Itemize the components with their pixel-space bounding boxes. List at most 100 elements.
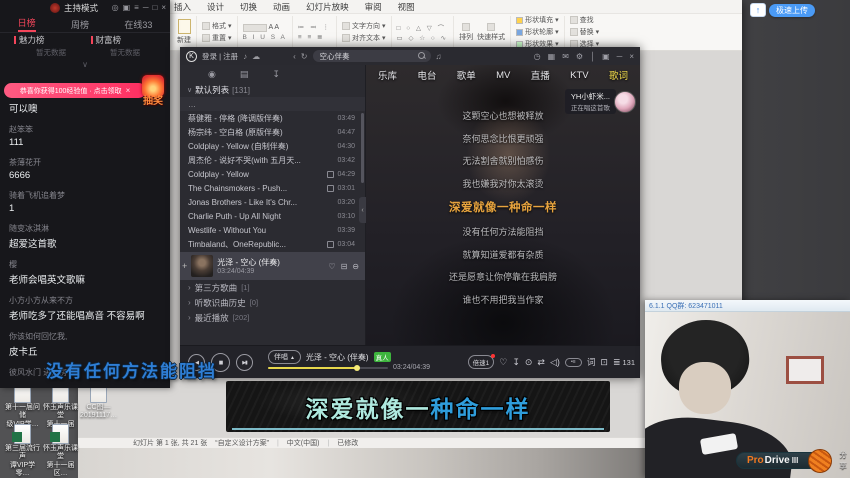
upload-icon[interactable]: ↑ bbox=[750, 3, 766, 17]
quick-upload-button[interactable]: 极速上传 bbox=[769, 4, 815, 17]
effect-toggle[interactable]: •≡ bbox=[565, 358, 582, 367]
wps-tab-review[interactable]: 审阅 bbox=[365, 1, 382, 13]
minimize-icon[interactable]: ─ bbox=[143, 3, 149, 12]
singer-avatar[interactable] bbox=[614, 91, 636, 113]
font-style-buttons[interactable]: B I U S A bbox=[243, 34, 287, 41]
accompaniment-toggle[interactable]: 伴唱 ▲ bbox=[268, 350, 301, 364]
progress-bar[interactable] bbox=[268, 367, 388, 369]
wps-tab-transition[interactable]: 切换 bbox=[240, 1, 257, 13]
back-icon[interactable]: ‹ bbox=[293, 52, 296, 61]
device-icon[interactable]: ▤ bbox=[240, 69, 249, 80]
nav-tab-ktv[interactable]: KTV bbox=[570, 70, 588, 81]
playlist-row[interactable]: 杨宗纬 - 空白格 (原版伴奏) 04:47 bbox=[180, 125, 365, 139]
next-button[interactable]: ▶▮ bbox=[236, 354, 253, 371]
volume-icon[interactable]: ◁) bbox=[550, 357, 560, 368]
lottery-button[interactable]: 抽奖 bbox=[139, 75, 167, 107]
singer-search-icon[interactable]: ♫ bbox=[436, 52, 442, 61]
collapse-chevron-icon[interactable]: ∨ bbox=[0, 60, 170, 71]
delete-icon[interactable]: ⊟ bbox=[341, 262, 348, 271]
wps-tab-insert[interactable]: 插入 bbox=[174, 1, 191, 13]
reset-button[interactable]: 重置▾ bbox=[202, 33, 232, 43]
singer-bubble[interactable]: YH小虾米... 正在唱这首歌 bbox=[565, 89, 636, 114]
search-box[interactable] bbox=[313, 50, 431, 62]
desktop-icon-xls2[interactable]: 怀玉声乐课堂 第十一届区… bbox=[42, 424, 79, 478]
chat-message-list[interactable]: 可以噢 赵笨笨 111 茶薄花开 6666 骑着飞机追着梦 1 随变冰淇淋 超爱… bbox=[9, 101, 164, 384]
nav-tab-radio[interactable]: 电台 bbox=[417, 68, 436, 82]
message-icon[interactable]: ✉ bbox=[562, 52, 569, 61]
tv-cast-icon[interactable]: ⊡ bbox=[600, 357, 608, 368]
desktop-icon-doc3[interactable]: CC图— 20191117… bbox=[80, 383, 117, 421]
speed-button[interactable]: 倍速1 bbox=[468, 355, 495, 369]
playlist-row[interactable]: Coldplay - Yellow (自制伴奏) 04:30 bbox=[180, 139, 365, 153]
current-song-label[interactable]: 光泽 - 空心 (伴奏) bbox=[306, 352, 369, 363]
banner-close-icon[interactable]: × bbox=[126, 86, 131, 95]
login-register-link[interactable]: 登录 | 注册 bbox=[202, 51, 238, 62]
cloud-icon[interactable]: ☁ bbox=[252, 52, 260, 61]
sidebar-collapse-handle[interactable]: ‹ bbox=[359, 197, 366, 223]
loop-icon[interactable]: ⇄ bbox=[537, 357, 545, 368]
maximize-icon[interactable]: □ bbox=[152, 3, 157, 12]
more-icon[interactable]: ⊖ bbox=[352, 262, 359, 271]
arrange-button[interactable]: 排列 bbox=[459, 23, 473, 42]
paragraph-buttons-row2[interactable]: ≡ ≡ ≣ bbox=[298, 33, 331, 41]
progress-knob[interactable] bbox=[354, 365, 360, 371]
shape-outline-button[interactable]: 形状轮廓▾ bbox=[516, 27, 559, 37]
app-logo-icon[interactable]: K bbox=[186, 51, 197, 62]
settings-icon[interactable]: ⚙ bbox=[576, 52, 583, 61]
wps-tab-slideshow[interactable]: 幻灯片放映 bbox=[306, 1, 349, 13]
wps-tab-design[interactable]: 设计 bbox=[207, 1, 224, 13]
charm-rank-label[interactable]: 魅力榜 bbox=[14, 34, 45, 46]
heart-icon[interactable]: ♡ bbox=[499, 357, 507, 368]
playlist-scrollbar[interactable] bbox=[361, 113, 364, 183]
wps-tab-view[interactable]: 视图 bbox=[398, 1, 415, 13]
playlist-group-header[interactable]: ∨ 默认列表 [131] bbox=[180, 83, 365, 97]
shape-fill-button[interactable]: 形状填充▾ bbox=[516, 15, 559, 25]
now-playing-card[interactable]: + 光泽 - 空心 (伴奏) 03:24/04:39 ♡ ⊟ ⊖ bbox=[180, 252, 365, 280]
history-icon[interactable]: ◷ bbox=[534, 52, 541, 61]
wealth-rank-label[interactable]: 财富榜 bbox=[91, 34, 122, 46]
nav-tab-lyrics[interactable]: 歌词 bbox=[609, 68, 628, 82]
replace-button[interactable]: 替换▾ bbox=[570, 27, 600, 37]
shapes-gallery-row2[interactable]: ▭ ◇ ☆ ○ ∿ bbox=[397, 34, 449, 42]
text-direction-button[interactable]: 文字方向▾ bbox=[342, 21, 386, 31]
sidebar-section-recent[interactable]: › 最近播放 [202] bbox=[180, 310, 365, 325]
music-note-icon[interactable]: ♪ bbox=[243, 52, 247, 61]
search-input[interactable] bbox=[318, 51, 415, 62]
tab-online-count[interactable]: 在线33 bbox=[124, 18, 152, 31]
playlist-row[interactable]: The Chainsmokers - Push... 03:01 bbox=[180, 181, 365, 195]
add-icon[interactable]: + bbox=[182, 261, 187, 271]
align-text-button[interactable]: 对齐文本▾ bbox=[342, 33, 386, 43]
download-icon[interactable]: ↧ bbox=[512, 357, 520, 368]
paragraph-buttons-row1[interactable]: ≔ ≕ ⋮ bbox=[298, 23, 331, 31]
playlist-row[interactable]: Coldplay - Yellow 04:29 bbox=[180, 167, 365, 181]
desktop-icon-xls1[interactable]: 第三届流行声 谭VIP学零… bbox=[4, 424, 41, 478]
tab-weekly-rank[interactable]: 周榜 bbox=[71, 18, 89, 31]
menu-icon[interactable]: ≡ bbox=[134, 3, 139, 12]
find-button[interactable]: 查找 bbox=[570, 15, 600, 25]
format-button[interactable]: 格式▾ bbox=[202, 21, 232, 31]
refresh-icon[interactable]: ↻ bbox=[301, 52, 308, 61]
playlist-row[interactable]: Timbaland、OneRepublic... 03:04 bbox=[180, 237, 365, 251]
shapes-gallery-row1[interactable]: □ ○ △ ▽ ⌒ bbox=[397, 22, 449, 32]
search-icon[interactable] bbox=[418, 52, 426, 60]
gift-icon[interactable]: ◎ bbox=[112, 3, 119, 12]
playlist-row[interactable]: Charlie Puth - Up All Night 03:10 bbox=[180, 209, 365, 223]
nav-tab-mv[interactable]: MV bbox=[496, 70, 510, 81]
desktop-icon-doc1[interactable]: 第十一届问储 级VIP学… bbox=[4, 383, 41, 429]
broadcast-icon[interactable]: ◉ bbox=[208, 69, 216, 80]
nav-tab-live[interactable]: 直播 bbox=[531, 68, 550, 82]
sidebar-section-thirdparty[interactable]: › 第三方歌曲 [1] bbox=[180, 280, 365, 295]
new-slide-button[interactable]: 新建 bbox=[177, 19, 191, 45]
playlist-row[interactable]: 蔡健雅 - 停格 (降调版伴奏) 03:49 bbox=[180, 111, 365, 125]
playlist-row[interactable]: 周杰伦 - 说好不哭(with 五月天... 03:42 bbox=[180, 153, 365, 167]
nav-tab-songlist[interactable]: 歌单 bbox=[457, 68, 476, 82]
share-label[interactable]: 分享 bbox=[839, 449, 850, 471]
mini-player-icon[interactable]: ▣ bbox=[602, 52, 610, 61]
close-icon[interactable]: × bbox=[629, 52, 634, 61]
font-size-controls[interactable]: A A bbox=[243, 24, 287, 32]
comment-icon[interactable]: ⊙ bbox=[525, 357, 533, 368]
playlist-row[interactable]: … bbox=[180, 97, 365, 111]
nav-tab-library[interactable]: 乐库 bbox=[378, 68, 397, 82]
apps-icon[interactable]: ▦ bbox=[548, 52, 556, 61]
language-label[interactable]: 中文(中国) bbox=[287, 438, 320, 448]
